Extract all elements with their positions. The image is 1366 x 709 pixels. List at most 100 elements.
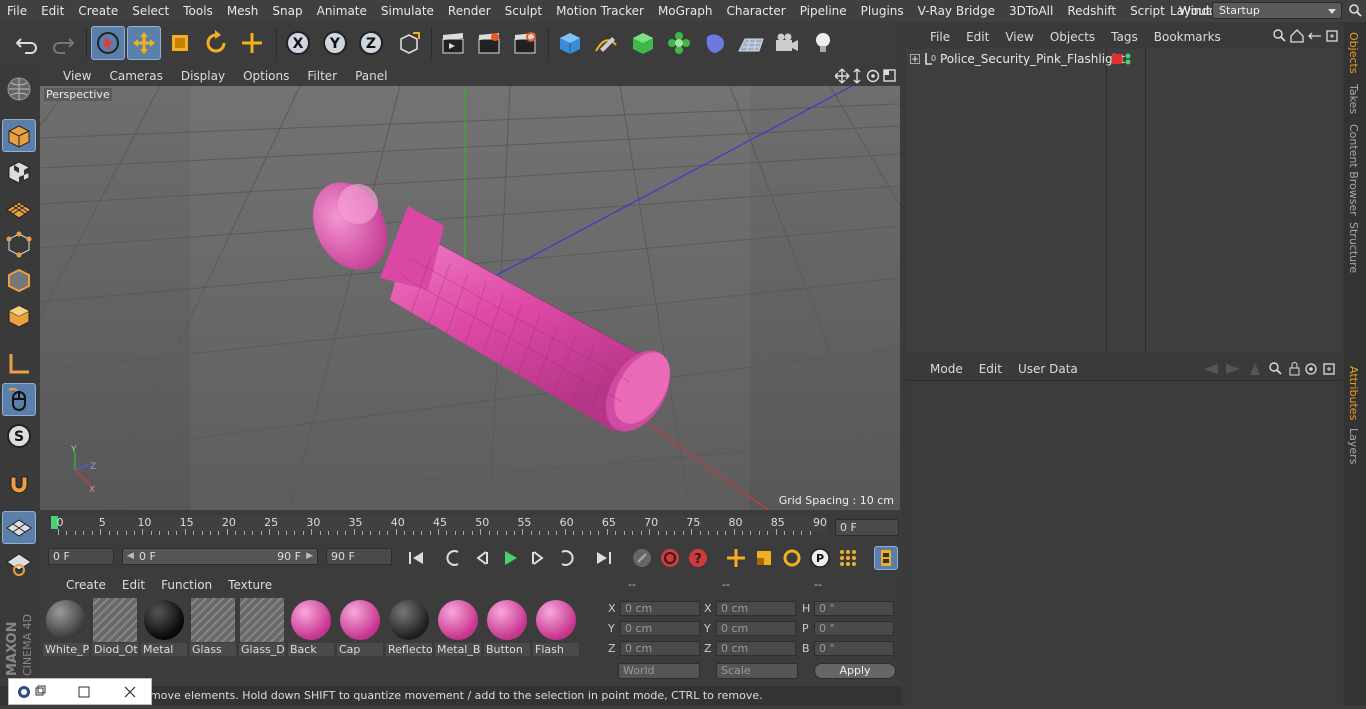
light-button[interactable] [806, 26, 840, 60]
x-axis-button[interactable]: X [281, 26, 315, 60]
material-reflecto[interactable]: Reflecto [386, 598, 432, 656]
up-arrow-icon[interactable] [1250, 363, 1260, 375]
tab-attributes[interactable]: Attributes [1347, 366, 1360, 420]
object-menu-tags[interactable]: Tags [1103, 30, 1146, 44]
range-slider[interactable]: ◀ 0 F 90 F ▶ [122, 548, 318, 565]
object-name[interactable]: Police_Security_Pink_Flashlight [940, 52, 1125, 66]
points-mode-button[interactable] [2, 227, 36, 260]
tweak-mode-button[interactable] [2, 383, 36, 416]
coord-value-field[interactable]: 0 cm [620, 601, 700, 616]
attribute-menu-mode[interactable]: Mode [922, 362, 971, 376]
pan-icon[interactable] [834, 68, 850, 84]
tab-content-browser[interactable]: Content Browser [1347, 124, 1360, 216]
menu-file[interactable]: File [0, 0, 34, 22]
workplane-lock-button[interactable] [2, 511, 36, 544]
cloner-button[interactable] [662, 26, 696, 60]
make-editable-button[interactable] [2, 72, 36, 105]
menu-snap[interactable]: Snap [265, 0, 309, 22]
render-view-button[interactable] [436, 26, 470, 60]
coord-value-field[interactable]: 0 cm [620, 641, 700, 656]
material-menu-edit[interactable]: Edit [114, 578, 153, 592]
apply-button[interactable]: Apply [814, 663, 896, 679]
subdivision-button[interactable] [626, 26, 660, 60]
home-icon[interactable] [1290, 29, 1304, 43]
material-metal-b[interactable]: Metal_B [435, 598, 481, 656]
world-dropdown[interactable]: World [618, 663, 700, 679]
maximize-view-icon[interactable] [883, 69, 896, 82]
menu-simulate[interactable]: Simulate [374, 0, 441, 22]
coord-value-field[interactable]: 0 ° [814, 621, 894, 636]
search-icon[interactable] [1273, 29, 1286, 42]
redo-button[interactable] [46, 26, 80, 60]
tab-takes[interactable]: Takes [1347, 84, 1360, 114]
texture-mode-button[interactable] [2, 155, 36, 188]
attribute-menu-user-data[interactable]: User Data [1010, 362, 1086, 376]
menu-pipeline[interactable]: Pipeline [793, 0, 854, 22]
viewport-menu-options[interactable]: Options [234, 69, 298, 83]
start-frame-field[interactable]: 0 F [48, 548, 114, 565]
material-white-p[interactable]: White_P [43, 598, 89, 656]
key-rotation-button[interactable] [780, 546, 804, 570]
current-frame-field[interactable]: 0 F [835, 519, 899, 536]
axis-mode-button[interactable] [2, 347, 36, 380]
coord-value-field[interactable]: 0 cm [716, 621, 796, 636]
polygons-mode-button[interactable] [2, 299, 36, 332]
floor-button[interactable] [734, 26, 768, 60]
camera-button[interactable] [770, 26, 804, 60]
material-menu-create[interactable]: Create [58, 578, 114, 592]
viewport-menu-filter[interactable]: Filter [298, 69, 346, 83]
locked-workplane-button[interactable] [2, 547, 36, 580]
scale-tool-button[interactable] [163, 26, 197, 60]
menu-redshift[interactable]: Redshift [1060, 0, 1123, 22]
material-menu-texture[interactable]: Texture [220, 578, 280, 592]
snap-button[interactable] [2, 466, 36, 499]
pen-spline-button[interactable] [589, 26, 623, 60]
close-icon[interactable] [124, 686, 136, 698]
undo-button[interactable] [10, 26, 44, 60]
material-glass-d[interactable]: Glass_D [239, 598, 285, 656]
maximize-icon[interactable] [78, 686, 90, 698]
render-settings-button[interactable] [508, 26, 542, 60]
material-button[interactable]: Button [484, 598, 530, 656]
attribute-menu-edit[interactable]: Edit [971, 362, 1010, 376]
object-menu-bookmarks[interactable]: Bookmarks [1146, 30, 1229, 44]
menu-3dtoall[interactable]: 3DToAll [1002, 0, 1060, 22]
key-parameter-button[interactable]: P [808, 546, 832, 570]
coord-value-field[interactable]: 0 ° [814, 601, 894, 616]
autokey-button[interactable]: ? [686, 546, 710, 570]
coordinate-system-button[interactable] [392, 26, 426, 60]
menu-script[interactable]: Script [1123, 0, 1172, 22]
material-diod-ot[interactable]: Diod_Ot [92, 598, 138, 656]
object-menu-edit[interactable]: Edit [958, 30, 997, 44]
back-arrow-icon[interactable] [1204, 364, 1218, 374]
viewport-menu-display[interactable]: Display [172, 69, 234, 83]
object-menu-view[interactable]: View [997, 30, 1041, 44]
menu-edit[interactable]: Edit [34, 0, 71, 22]
tab-objects[interactable]: Objects [1347, 32, 1360, 74]
menu-v-ray-bridge[interactable]: V-Ray Bridge [911, 0, 1002, 22]
timeline-window-button[interactable] [874, 546, 898, 570]
menu-create[interactable]: Create [71, 0, 125, 22]
forward-arrow-icon[interactable] [1226, 364, 1240, 374]
scale-dropdown[interactable]: Scale [716, 663, 798, 679]
z-axis-button[interactable]: Z [354, 26, 388, 60]
search-icon[interactable] [1348, 3, 1362, 17]
key-scale-button[interactable] [752, 546, 776, 570]
y-axis-button[interactable]: Y [318, 26, 352, 60]
prev-key-button[interactable] [442, 546, 466, 570]
perspective-viewport[interactable]: Y Z X Perspective Grid Spacing : 10 cm [40, 86, 900, 510]
layer-color-tag[interactable] [1112, 54, 1122, 64]
link-icon[interactable] [1308, 32, 1321, 40]
menu-select[interactable]: Select [125, 0, 176, 22]
record-button[interactable] [658, 546, 682, 570]
key-position-button[interactable] [724, 546, 748, 570]
rotate-tool-button[interactable] [199, 26, 233, 60]
model-mode-button[interactable] [2, 119, 36, 152]
viewport-menu-cameras[interactable]: Cameras [100, 69, 171, 83]
layout-select[interactable]: Startup [1212, 2, 1342, 19]
next-frame-button[interactable] [526, 546, 550, 570]
goto-start-button[interactable] [404, 546, 428, 570]
cube-primitive-button[interactable] [553, 26, 587, 60]
workplane-mode-button[interactable] [2, 191, 36, 224]
end-frame-field[interactable]: 90 F [326, 548, 392, 565]
